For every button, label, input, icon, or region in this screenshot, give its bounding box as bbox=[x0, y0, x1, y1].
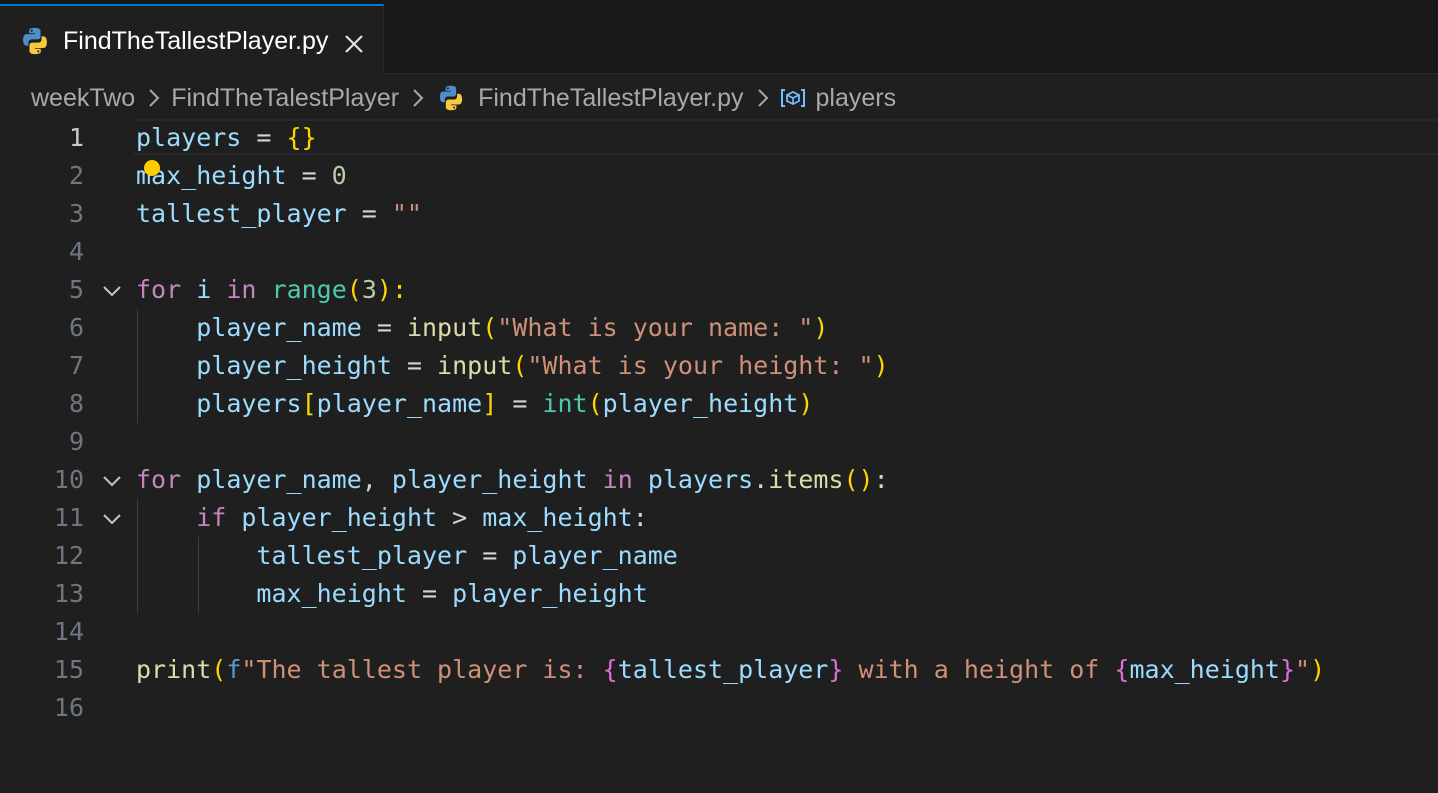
code-line[interactable]: 6 player_name = input("What is your name… bbox=[0, 309, 1438, 347]
breadcrumb-symbol[interactable]: players bbox=[816, 84, 897, 113]
code-line[interactable]: 7 player_height = input("What is your he… bbox=[0, 347, 1438, 385]
code-line[interactable]: 3 tallest_player = "" bbox=[0, 195, 1438, 233]
chevron-down-icon[interactable] bbox=[101, 280, 123, 302]
tab-title: FindTheTallestPlayer.py bbox=[63, 27, 329, 55]
code-line[interactable]: 15 print(f"The tallest player is: {talle… bbox=[0, 651, 1438, 689]
breadcrumb-subfolder[interactable]: FindTheTalestPlayer bbox=[171, 84, 399, 113]
line-number: 8 bbox=[68, 389, 84, 418]
line-number: 1 bbox=[68, 123, 84, 152]
code-text: player_height = input("What is your heig… bbox=[196, 351, 889, 380]
code-text: print(f"The tallest player is: {tallest_… bbox=[136, 655, 1326, 684]
code-line[interactable]: 2 max_height = 0 bbox=[0, 157, 1438, 195]
tab-findthetallestplayer[interactable]: FindTheTallestPlayer.py bbox=[0, 4, 384, 74]
chevron-right-icon bbox=[413, 89, 424, 107]
close-icon[interactable] bbox=[342, 32, 366, 56]
code-editor[interactable]: 1 players = {} 2 max_height = 0 3 talles… bbox=[0, 119, 1438, 793]
breadcrumb-file[interactable]: FindTheTallestPlayer.py bbox=[478, 84, 743, 113]
line-number: 13 bbox=[53, 579, 84, 608]
code-line[interactable]: 11 if player_height > max_height: bbox=[0, 499, 1438, 537]
lightbulb-icon[interactable] bbox=[142, 159, 162, 179]
line-number: 9 bbox=[68, 427, 84, 456]
code-line[interactable]: 1 players = {} bbox=[0, 119, 1438, 157]
code-text: players[player_name] = int(player_height… bbox=[196, 389, 814, 418]
chevron-right-icon bbox=[757, 89, 768, 107]
code-text: for player_name, player_height in player… bbox=[136, 465, 889, 494]
code-text: tallest_player = player_name bbox=[256, 541, 678, 570]
line-number: 14 bbox=[53, 617, 84, 646]
code-text: tallest_player = "" bbox=[136, 199, 422, 228]
chevron-down-icon[interactable] bbox=[101, 470, 123, 492]
code-line[interactable]: 10 for player_name, player_height in pla… bbox=[0, 461, 1438, 499]
code-line[interactable]: 16 bbox=[0, 689, 1438, 727]
symbol-variable-icon bbox=[780, 89, 805, 107]
code-text: players = {} bbox=[136, 123, 317, 152]
code-text: for i in range(3): bbox=[136, 275, 408, 304]
chevron-right-icon bbox=[149, 89, 160, 107]
line-number: 6 bbox=[68, 313, 84, 342]
line-number: 2 bbox=[68, 161, 84, 190]
line-number: 11 bbox=[53, 503, 84, 532]
line-number: 3 bbox=[68, 199, 84, 228]
breadcrumb: weekTwo FindTheTalestPlayer FindTheTalle… bbox=[31, 80, 896, 116]
code-line[interactable]: 9 bbox=[0, 423, 1438, 461]
breadcrumb-folder[interactable]: weekTwo bbox=[31, 84, 135, 113]
line-number: 5 bbox=[68, 275, 84, 304]
code-line[interactable]: 4 bbox=[0, 233, 1438, 271]
code-text: player_name = input("What is your name: … bbox=[196, 313, 829, 342]
line-number: 7 bbox=[68, 351, 84, 380]
python-icon bbox=[23, 27, 47, 55]
tab-bar: FindTheTallestPlayer.py bbox=[0, 0, 1438, 74]
code-line[interactable]: 12 tallest_player = player_name bbox=[0, 537, 1438, 575]
code-text: max_height = 0 bbox=[136, 161, 347, 190]
code-line[interactable]: 8 players[player_name] = int(player_heig… bbox=[0, 385, 1438, 423]
line-number: 16 bbox=[53, 693, 84, 722]
code-text: max_height = player_height bbox=[256, 579, 648, 608]
line-number: 4 bbox=[68, 237, 84, 266]
python-icon bbox=[439, 85, 463, 111]
code-line[interactable]: 14 bbox=[0, 613, 1438, 651]
line-number: 10 bbox=[53, 465, 84, 494]
code-line[interactable]: 13 max_height = player_height bbox=[0, 575, 1438, 613]
code-line[interactable]: 5 for i in range(3): bbox=[0, 271, 1438, 309]
code-text: if player_height > max_height: bbox=[196, 503, 648, 532]
editor-window: FindTheTallestPlayer.py weekTwo FindTheT… bbox=[0, 0, 1438, 793]
line-number: 15 bbox=[53, 655, 84, 684]
line-number: 12 bbox=[53, 541, 84, 570]
chevron-down-icon[interactable] bbox=[101, 508, 123, 530]
